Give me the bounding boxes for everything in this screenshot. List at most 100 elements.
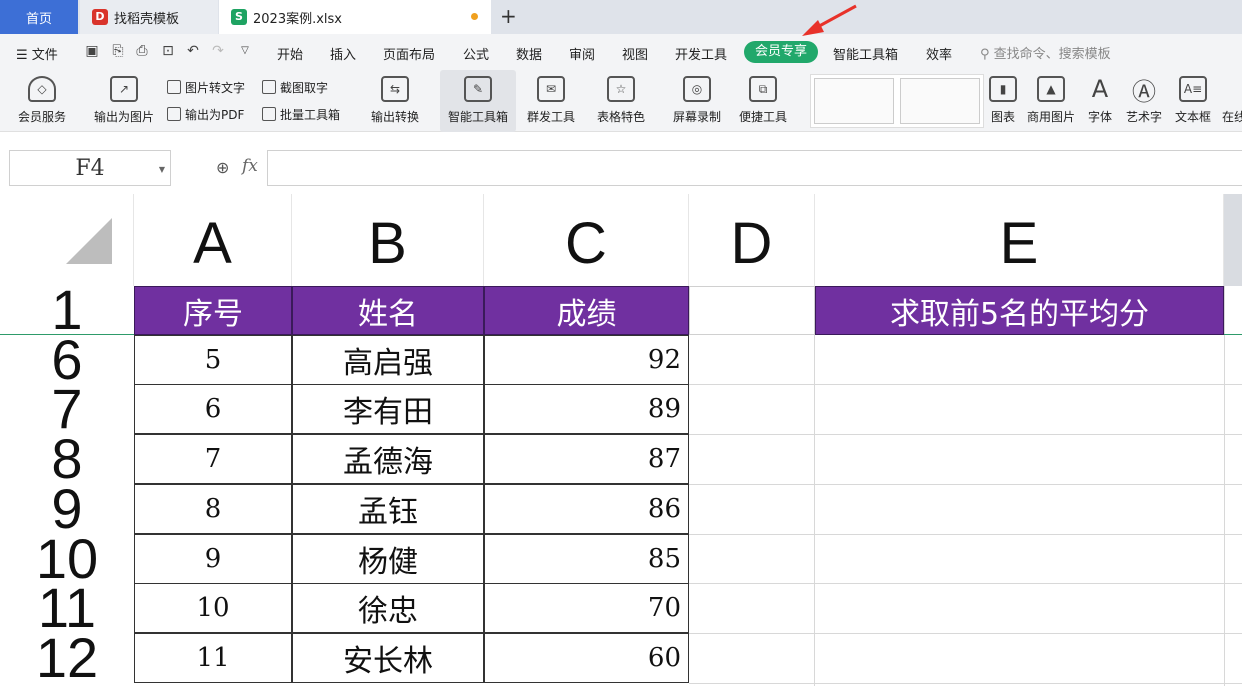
- table-cell-seq[interactable]: 7: [134, 434, 292, 484]
- template-thumb[interactable]: [814, 78, 894, 124]
- img-to-text-button[interactable]: 图片转文字: [167, 77, 245, 97]
- export-icon[interactable]: ⎘: [110, 43, 126, 59]
- table-cell-score[interactable]: 92: [484, 335, 689, 385]
- command-search[interactable]: ⚲ 查找命令、搜索模板: [980, 43, 1111, 62]
- table-cell-seq[interactable]: 9: [134, 534, 292, 584]
- commercial-image-label: 商用图片: [1026, 110, 1075, 124]
- column-header-d[interactable]: D: [689, 194, 815, 286]
- formula-input[interactable]: [267, 150, 1242, 186]
- zoom-icon[interactable]: ⊕: [216, 158, 234, 177]
- art-text-button[interactable]: Ⓐ 艺术字: [1122, 70, 1166, 132]
- toolbox-icon: ✎: [464, 76, 492, 102]
- menu-data[interactable]: 数据: [516, 44, 542, 63]
- table-cell-seq[interactable]: 10: [134, 583, 292, 633]
- menu-efficiency[interactable]: 效率: [926, 44, 952, 63]
- empty-cell-d1[interactable]: [689, 286, 815, 335]
- save-icon[interactable]: ▣: [84, 43, 100, 59]
- batch-tools-button[interactable]: 批量工具箱: [262, 104, 340, 124]
- template-thumb[interactable]: [900, 78, 980, 124]
- gridline: [689, 384, 1242, 385]
- quick-tools-icon: ⧉: [749, 76, 777, 102]
- command-search-placeholder: 查找命令、搜索模板: [993, 47, 1111, 62]
- screenshot-text-button[interactable]: 截图取字: [262, 77, 328, 97]
- export-image-button[interactable]: ↗ 输出为图片: [90, 70, 158, 132]
- table-cell-seq[interactable]: 6: [134, 384, 292, 434]
- diamond-icon: ◇: [28, 76, 56, 102]
- column-header-b[interactable]: B: [292, 194, 484, 286]
- print-preview-icon[interactable]: ⊡: [160, 43, 176, 59]
- batch-icon: [262, 107, 276, 121]
- redo-icon[interactable]: ↷: [210, 43, 226, 59]
- menu-start[interactable]: 开始: [277, 44, 303, 63]
- tab-file[interactable]: S 2023案例.xlsx: [219, 0, 491, 34]
- text-box-button[interactable]: A≡ 文本框: [1172, 70, 1214, 132]
- header-cell-name[interactable]: 姓名: [292, 286, 484, 335]
- pdf-icon: [167, 107, 181, 121]
- font-button[interactable]: A 字体: [1084, 70, 1116, 132]
- row-header[interactable]: 12: [0, 630, 134, 686]
- table-cell-name[interactable]: 孟钰: [292, 484, 484, 534]
- menu-page-layout[interactable]: 页面布局: [383, 44, 435, 63]
- quick-tools-button[interactable]: ⧉ 便捷工具: [730, 70, 796, 132]
- table-cell-name[interactable]: 杨健: [292, 534, 484, 584]
- member-service-button[interactable]: ◇ 会员服务: [10, 70, 74, 132]
- screen-record-button[interactable]: ◎ 屏幕录制: [668, 70, 726, 132]
- chart-button[interactable]: ▮ 图表: [988, 70, 1018, 132]
- template-gallery[interactable]: [810, 74, 984, 128]
- file-menu[interactable]: ☰ 文件: [16, 44, 58, 63]
- member-service-label: 会员服务: [17, 110, 66, 124]
- table-cell-name[interactable]: 高启强: [292, 335, 484, 385]
- menu-smart-toolbox[interactable]: 智能工具箱: [833, 44, 898, 63]
- search-icon: ⚲: [980, 47, 994, 62]
- column-header-c[interactable]: C: [484, 194, 689, 286]
- menu-developer[interactable]: 开发工具: [675, 44, 727, 63]
- quick-tools-label: 便捷工具: [738, 110, 787, 124]
- table-cell-seq[interactable]: 11: [134, 633, 292, 683]
- table-star-icon: ☆: [607, 76, 635, 102]
- table-cell-name[interactable]: 李有田: [292, 384, 484, 434]
- new-tab-button[interactable]: +: [500, 4, 517, 28]
- smart-toolbox-button[interactable]: ✎ 智能工具箱: [440, 70, 516, 132]
- table-cell-seq[interactable]: 5: [134, 335, 292, 385]
- name-box[interactable]: F4 ▼: [9, 150, 171, 186]
- table-cell-score[interactable]: 85: [484, 534, 689, 584]
- customize-qat-icon[interactable]: ▽: [237, 43, 253, 59]
- table-cell-name[interactable]: 徐忠: [292, 583, 484, 633]
- export-convert-button[interactable]: ⇆ 输出转换: [362, 70, 428, 132]
- chart-icon: ▮: [989, 76, 1017, 102]
- tab-home[interactable]: 首页: [0, 0, 78, 34]
- column-header-a[interactable]: A: [134, 194, 292, 286]
- undo-icon[interactable]: ↶: [185, 43, 201, 59]
- vertical-scrollbar[interactable]: [1224, 194, 1242, 286]
- menu-vip[interactable]: 会员专享: [744, 41, 818, 63]
- header-cell-top5-average[interactable]: 求取前5名的平均分: [815, 286, 1224, 335]
- menu-view[interactable]: 视图: [622, 44, 648, 63]
- fx-icon[interactable]: fx: [242, 156, 258, 176]
- table-cell-score[interactable]: 70: [484, 583, 689, 633]
- tab-template[interactable]: D 找稻壳模板: [80, 0, 218, 34]
- mass-send-button[interactable]: ✉ 群发工具: [518, 70, 584, 132]
- img-text-icon: [167, 80, 181, 94]
- table-cell-name[interactable]: 安长林: [292, 633, 484, 683]
- table-cell-score[interactable]: 87: [484, 434, 689, 484]
- table-cell-name[interactable]: 孟德海: [292, 434, 484, 484]
- column-header-e[interactable]: E: [815, 194, 1224, 286]
- tab-file-label: 2023案例.xlsx: [253, 11, 342, 27]
- table-cell-score[interactable]: 89: [484, 384, 689, 434]
- menu-insert[interactable]: 插入: [330, 44, 356, 63]
- table-cell-seq[interactable]: 8: [134, 484, 292, 534]
- table-cell-score[interactable]: 60: [484, 633, 689, 683]
- chevron-down-icon[interactable]: ▼: [159, 165, 165, 174]
- online-button[interactable]: 在线: [1222, 70, 1242, 132]
- table-feature-button[interactable]: ☆ 表格特色: [588, 70, 654, 132]
- table-cell-score[interactable]: 86: [484, 484, 689, 534]
- header-cell-score[interactable]: 成绩: [484, 286, 689, 335]
- header-cell-seq[interactable]: 序号: [134, 286, 292, 335]
- table-feature-label: 表格特色: [596, 110, 645, 124]
- menu-formula[interactable]: 公式: [463, 44, 489, 63]
- menu-review[interactable]: 审阅: [569, 44, 595, 63]
- export-pdf-button[interactable]: 输出为PDF: [167, 104, 244, 124]
- select-all-corner[interactable]: [0, 194, 134, 286]
- print-icon[interactable]: ⎙: [134, 43, 150, 59]
- commercial-image-button[interactable]: ▲ 商用图片: [1024, 70, 1078, 132]
